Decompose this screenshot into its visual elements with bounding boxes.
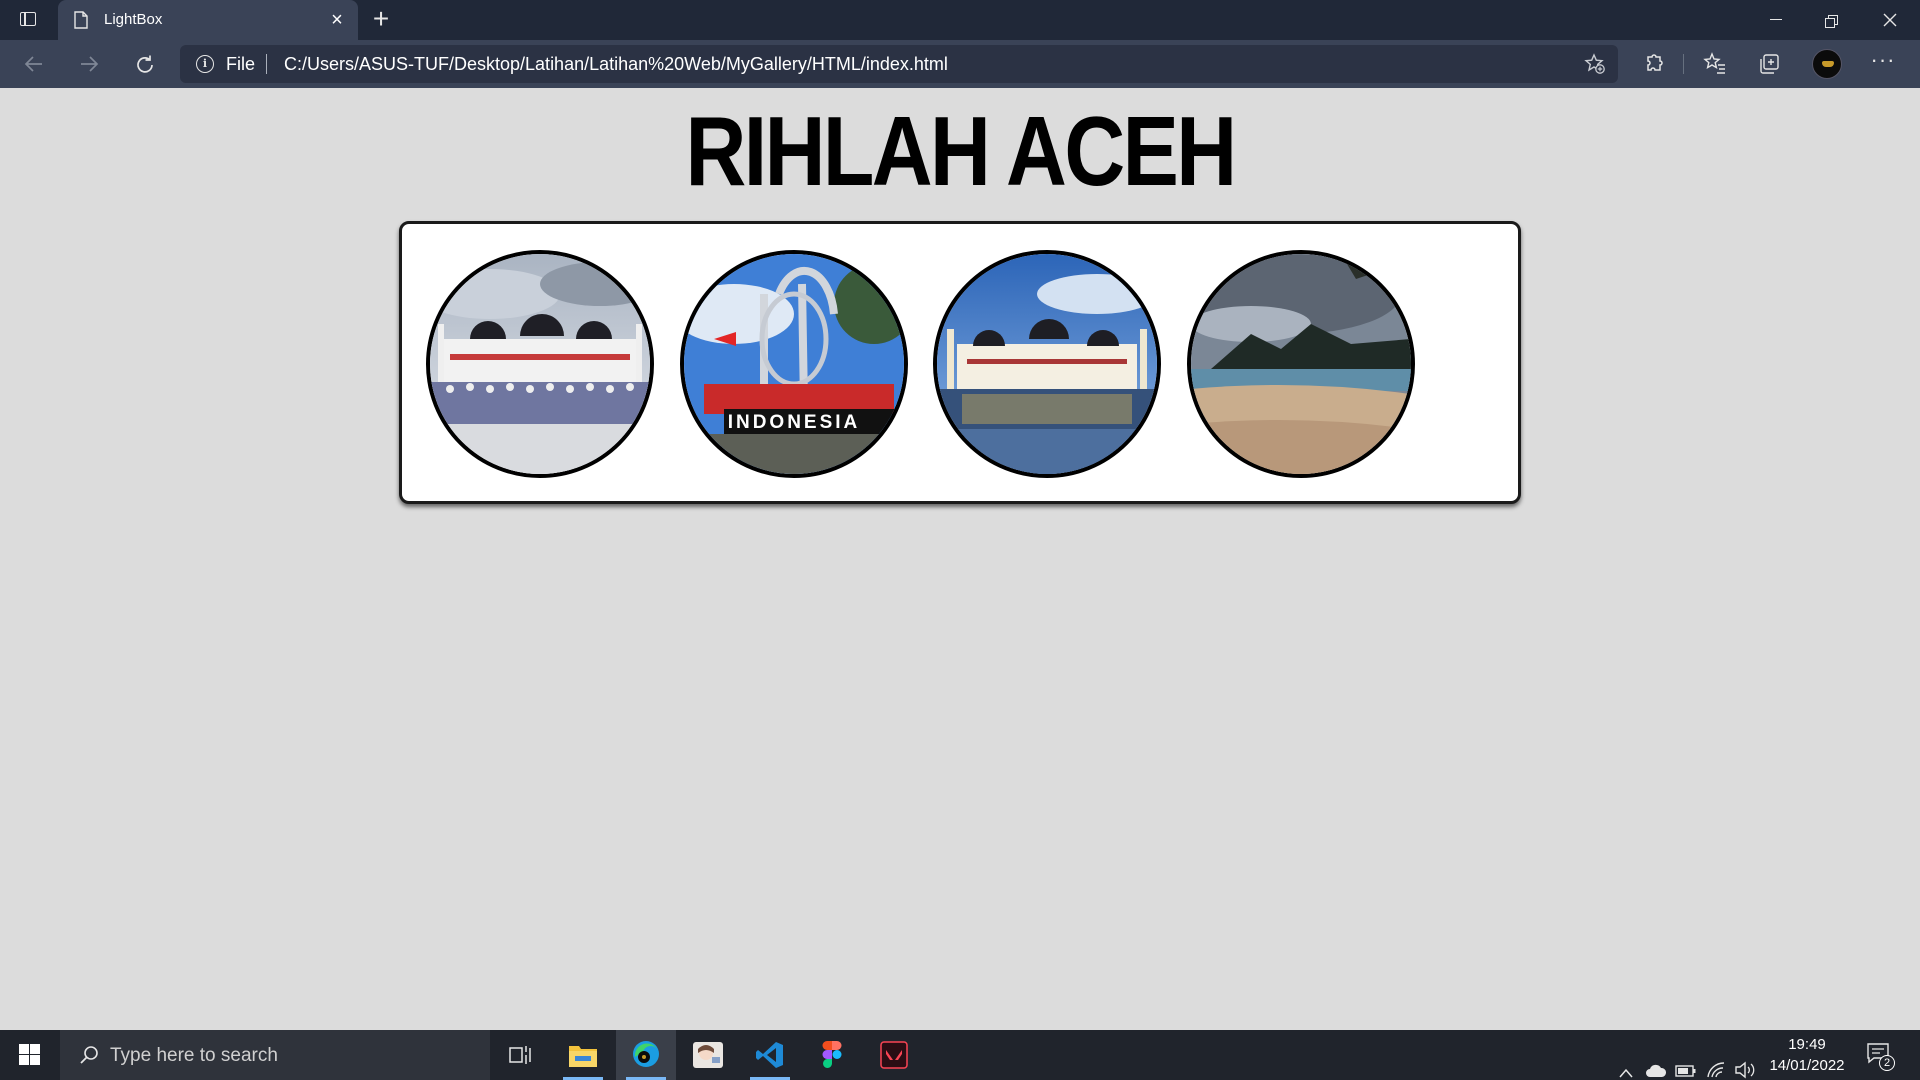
refresh-button[interactable] (126, 48, 162, 80)
task-view-button[interactable] (490, 1030, 550, 1080)
clock-time: 19:49 (1788, 1036, 1826, 1053)
minimize-button[interactable] (1748, 0, 1804, 40)
address-bar[interactable]: i File C:/Users/ASUS-TUF/Desktop/Latihan… (180, 45, 1618, 83)
windows-logo-icon-part (19, 1055, 29, 1065)
browser-tab[interactable]: LightBox × (58, 0, 358, 40)
refresh-icon (137, 55, 153, 73)
search-icon (80, 1046, 98, 1064)
wifi-icon[interactable] (1706, 1045, 1726, 1080)
windows-logo-icon-part (30, 1055, 40, 1065)
battery-icon[interactable] (1675, 1046, 1697, 1080)
photo-app-button[interactable] (678, 1030, 738, 1080)
gallery-image-kilometer-zero[interactable]: INDONESIA (680, 250, 908, 478)
windows-logo-icon-part (30, 1044, 40, 1054)
close-window-button[interactable] (1862, 0, 1918, 40)
close-tab-icon[interactable]: × (326, 9, 348, 31)
gallery-image-baiturrahman-group[interactable] (426, 250, 654, 478)
favorites-icon[interactable] (1702, 51, 1728, 77)
valorant-button[interactable] (864, 1030, 924, 1080)
address-url[interactable]: C:/Users/ASUS-TUF/Desktop/Latihan/Latiha… (284, 54, 948, 75)
tab-actions-icon[interactable] (14, 8, 42, 32)
figma-button[interactable] (802, 1030, 862, 1080)
onedrive-icon[interactable] (1645, 1046, 1667, 1080)
start-button[interactable] (0, 1030, 60, 1080)
vscode-icon (756, 1042, 783, 1068)
gallery-container: INDONESIA (399, 221, 1521, 504)
extensions-icon[interactable] (1641, 51, 1667, 77)
volume-icon[interactable] (1734, 1045, 1756, 1080)
back-button[interactable] (16, 48, 52, 80)
browser-toolbar: i File C:/Users/ASUS-TUF/Desktop/Latihan… (0, 40, 1920, 88)
forward-button[interactable] (71, 48, 107, 80)
search-placeholder: Type here to search (110, 1045, 278, 1066)
add-favorite-icon[interactable] (1584, 53, 1606, 75)
gallery-image-aceh-beach[interactable] (1187, 250, 1415, 478)
address-scheme: File (226, 54, 256, 74)
forward-icon (81, 56, 99, 72)
chevron-up-icon[interactable] (1618, 1048, 1634, 1080)
task-view-icon (509, 1046, 531, 1064)
vscode-button[interactable] (740, 1030, 800, 1080)
clock-date: 14/01/2022 (1769, 1057, 1845, 1074)
browser-titlebar: LightBox × + (0, 0, 1920, 40)
address-separator (266, 54, 268, 74)
edge-icon (633, 1041, 659, 1067)
profile-avatar[interactable] (1812, 49, 1842, 79)
taskbar-search-box[interactable]: Type here to search (60, 1030, 490, 1080)
windows-taskbar: Type here to search 19:49 14/01/2022 2 (0, 1030, 1920, 1080)
edge-button[interactable] (616, 1030, 676, 1080)
windows-logo-icon (19, 1044, 29, 1054)
valorant-icon (880, 1041, 908, 1069)
page-icon (74, 11, 88, 29)
more-icon[interactable]: ··· (1868, 49, 1898, 78)
system-clock[interactable]: 19:49 14/01/2022 (1762, 1034, 1852, 1076)
new-tab-button[interactable]: + (366, 5, 396, 35)
info-icon[interactable]: i (196, 55, 214, 73)
file-explorer-button[interactable] (553, 1030, 613, 1080)
photo-app-icon (693, 1042, 723, 1068)
toolbar-divider (1683, 54, 1684, 74)
figma-icon (822, 1041, 842, 1068)
restore-button[interactable] (1805, 0, 1861, 40)
close-icon (1883, 13, 1897, 27)
page-title: RIHLAH ACEH (685, 96, 1237, 206)
collections-icon[interactable] (1757, 51, 1783, 77)
svg-text:INDONESIA: INDONESIA (728, 412, 861, 433)
notification-count-badge: 2 (1879, 1055, 1895, 1071)
gallery-image-baiturrahman-reflection[interactable] (933, 250, 1161, 478)
notification-center-button[interactable]: 2 (1866, 1042, 1895, 1071)
file-explorer-icon (569, 1046, 597, 1067)
back-icon (24, 56, 42, 72)
tab-title: LightBox (104, 11, 163, 28)
